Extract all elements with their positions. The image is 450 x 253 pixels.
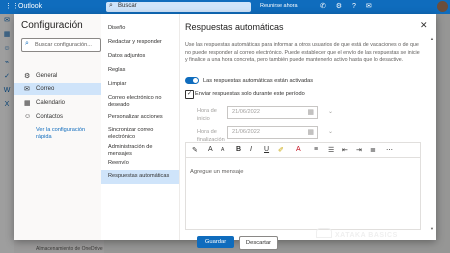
nav-item-label: Correo xyxy=(36,86,55,92)
font-size-icon[interactable]: A xyxy=(221,147,224,153)
subnav-label: Personalizar acciones xyxy=(108,114,163,120)
panel-scrollbar[interactable]: ▲ ▼ xyxy=(430,36,435,234)
end-date-value: 21/06/2022 xyxy=(232,129,260,135)
toggle-label: Las respuestas automáticas están activad… xyxy=(203,78,314,84)
message-placeholder: Agregue un mensaje xyxy=(190,169,244,175)
subnav-label: Reenvío xyxy=(108,160,129,166)
settings-dialog: Configuración ⌕ Buscar configuración... … xyxy=(14,14,436,250)
subnav-label: Datos adjuntos xyxy=(108,53,146,59)
settings-search-placeholder: Buscar configuración... xyxy=(35,42,92,48)
subnav-item-auto-replies[interactable]: Respuestas automáticas xyxy=(101,170,179,184)
subnav-label: Sincronizar correo electrónico xyxy=(108,127,154,140)
mail-subsections: Diseño Redactar y responder Datos adjunt… xyxy=(101,14,180,240)
subnav-label: Limpiar xyxy=(108,81,127,87)
search-icon: ⌕ xyxy=(109,2,113,9)
bold-icon[interactable]: B xyxy=(236,146,241,153)
calendar-icon: ▦ xyxy=(24,100,31,107)
save-button[interactable]: Guardar xyxy=(197,236,234,248)
watermark-text: XATAKA BASICS xyxy=(335,232,398,239)
nav-item-contacts[interactable]: ☺ Contactos xyxy=(14,111,101,123)
quick-settings-link[interactable]: Ver la configuración rápida xyxy=(36,127,96,141)
avatar[interactable] xyxy=(437,1,448,12)
search-icon: ⌕ xyxy=(25,40,29,47)
nav-item-label: Contactos xyxy=(36,114,64,120)
top-search-placeholder: Buscar xyxy=(118,3,137,9)
nav-item-label: Calendario xyxy=(36,100,66,106)
format-toolbar: ✎ A A B I U ✐ A ≡ ☰ ⇤ ⇥ ≣ ⋯ xyxy=(186,143,420,158)
start-time-dropdown[interactable]: ⌄ xyxy=(328,108,333,115)
font-color-icon[interactable]: A xyxy=(296,146,301,153)
settings-title: Configuración xyxy=(21,20,83,31)
subnav-label: Correo electrónico no deseado xyxy=(108,95,162,108)
format-painter-icon[interactable]: ✎ xyxy=(192,146,198,154)
meet-now-button[interactable]: Reunirse ahora xyxy=(260,3,298,9)
indent-icon[interactable]: ⇥ xyxy=(356,146,362,154)
people-icon: ☺ xyxy=(24,113,32,120)
scroll-up-icon[interactable]: ▲ xyxy=(430,36,434,41)
nav-item-label: General xyxy=(36,73,58,79)
subnav-label: Redactar y responder xyxy=(108,39,162,45)
gear-icon: ⚙ xyxy=(24,73,31,80)
watermark: XATAKA BASICS xyxy=(316,228,398,239)
calendar-icon: ▦ xyxy=(307,129,314,136)
nav-item-general[interactable]: ⚙ General xyxy=(14,70,101,82)
subnav-item[interactable]: Limpiar xyxy=(101,79,179,91)
align-icon[interactable]: ≣ xyxy=(370,146,376,154)
end-date-input[interactable]: 21/06/2022 ▦ xyxy=(227,126,318,139)
auto-reply-description: Use las respuestas automáticas para info… xyxy=(185,42,420,64)
nav-item-calendar[interactable]: ▦ Calendario xyxy=(14,97,101,109)
app-brand[interactable]: Outlook xyxy=(18,3,42,10)
top-bar-icons[interactable]: ✆ ⚙ ? ✉ xyxy=(320,2,376,10)
subnav-item[interactable]: Datos adjuntos xyxy=(101,51,179,63)
app-launcher-icon[interactable]: ⋮⋮ xyxy=(5,3,19,11)
subnav-item[interactable]: Sincronizar correo electrónico xyxy=(101,125,179,143)
bullets-icon[interactable]: ≡ xyxy=(314,146,318,153)
subnav-item[interactable]: Correo electrónico no deseado xyxy=(101,93,179,111)
italic-icon[interactable]: I xyxy=(250,146,252,153)
subnav-item[interactable]: Reenvío xyxy=(101,158,179,170)
subnav-label: Respuestas automáticas xyxy=(108,173,170,179)
message-editor[interactable]: ✎ A A B I U ✐ A ≡ ☰ ⇤ ⇥ ≣ ⋯ Agregue un m… xyxy=(185,142,421,230)
period-checkbox[interactable]: ✓ xyxy=(185,90,194,99)
start-time-label: Hora de inicio xyxy=(197,108,217,122)
nav-item-mail[interactable]: ✉ Correo xyxy=(14,83,101,95)
subnav-label: Administración de mensajes xyxy=(108,144,153,157)
calendar-icon: ▦ xyxy=(307,109,314,116)
settings-categories: Configuración ⌕ Buscar configuración... … xyxy=(14,14,101,240)
top-bar: ⋮⋮ Outlook ⌕ Buscar Reunirse ahora ✆ ⚙ ?… xyxy=(0,0,450,14)
subnav-item[interactable]: Diseño xyxy=(101,23,179,35)
subnav-item[interactable]: Redactar y responder xyxy=(101,37,179,49)
scroll-down-icon[interactable]: ▼ xyxy=(430,226,434,231)
close-icon[interactable]: ✕ xyxy=(420,20,428,31)
discard-button[interactable]: Descartar xyxy=(239,236,278,250)
subnav-label: Reglas xyxy=(108,67,126,73)
auto-reply-panel: Respuestas automáticas ✕ Use las respues… xyxy=(179,14,436,240)
checkbox-label: Enviar respuestas solo durante este perí… xyxy=(195,91,305,97)
watermark-logo-icon xyxy=(316,228,332,238)
outdent-icon[interactable]: ⇤ xyxy=(342,146,348,154)
subnav-item[interactable]: Personalizar acciones xyxy=(101,112,179,124)
numbering-icon[interactable]: ☰ xyxy=(328,146,334,154)
start-date-input[interactable]: 21/06/2022 ▦ xyxy=(227,106,318,119)
highlight-icon[interactable]: ✐ xyxy=(278,146,284,154)
auto-reply-toggle[interactable] xyxy=(185,77,199,84)
top-search-box[interactable]: ⌕ Buscar xyxy=(106,2,251,12)
subnav-item[interactable]: Reglas xyxy=(101,65,179,77)
underline-icon[interactable]: U xyxy=(264,146,269,153)
subnav-label: Diseño xyxy=(108,25,126,31)
more-options-icon[interactable]: ⋯ xyxy=(386,146,393,154)
panel-title: Respuestas automáticas xyxy=(185,22,284,32)
font-icon[interactable]: A xyxy=(208,146,213,153)
settings-search-input[interactable]: ⌕ Buscar configuración... xyxy=(21,38,101,52)
start-date-value: 21/06/2022 xyxy=(232,109,260,115)
end-time-dropdown[interactable]: ⌄ xyxy=(328,128,333,135)
mail-icon: ✉ xyxy=(24,86,30,93)
